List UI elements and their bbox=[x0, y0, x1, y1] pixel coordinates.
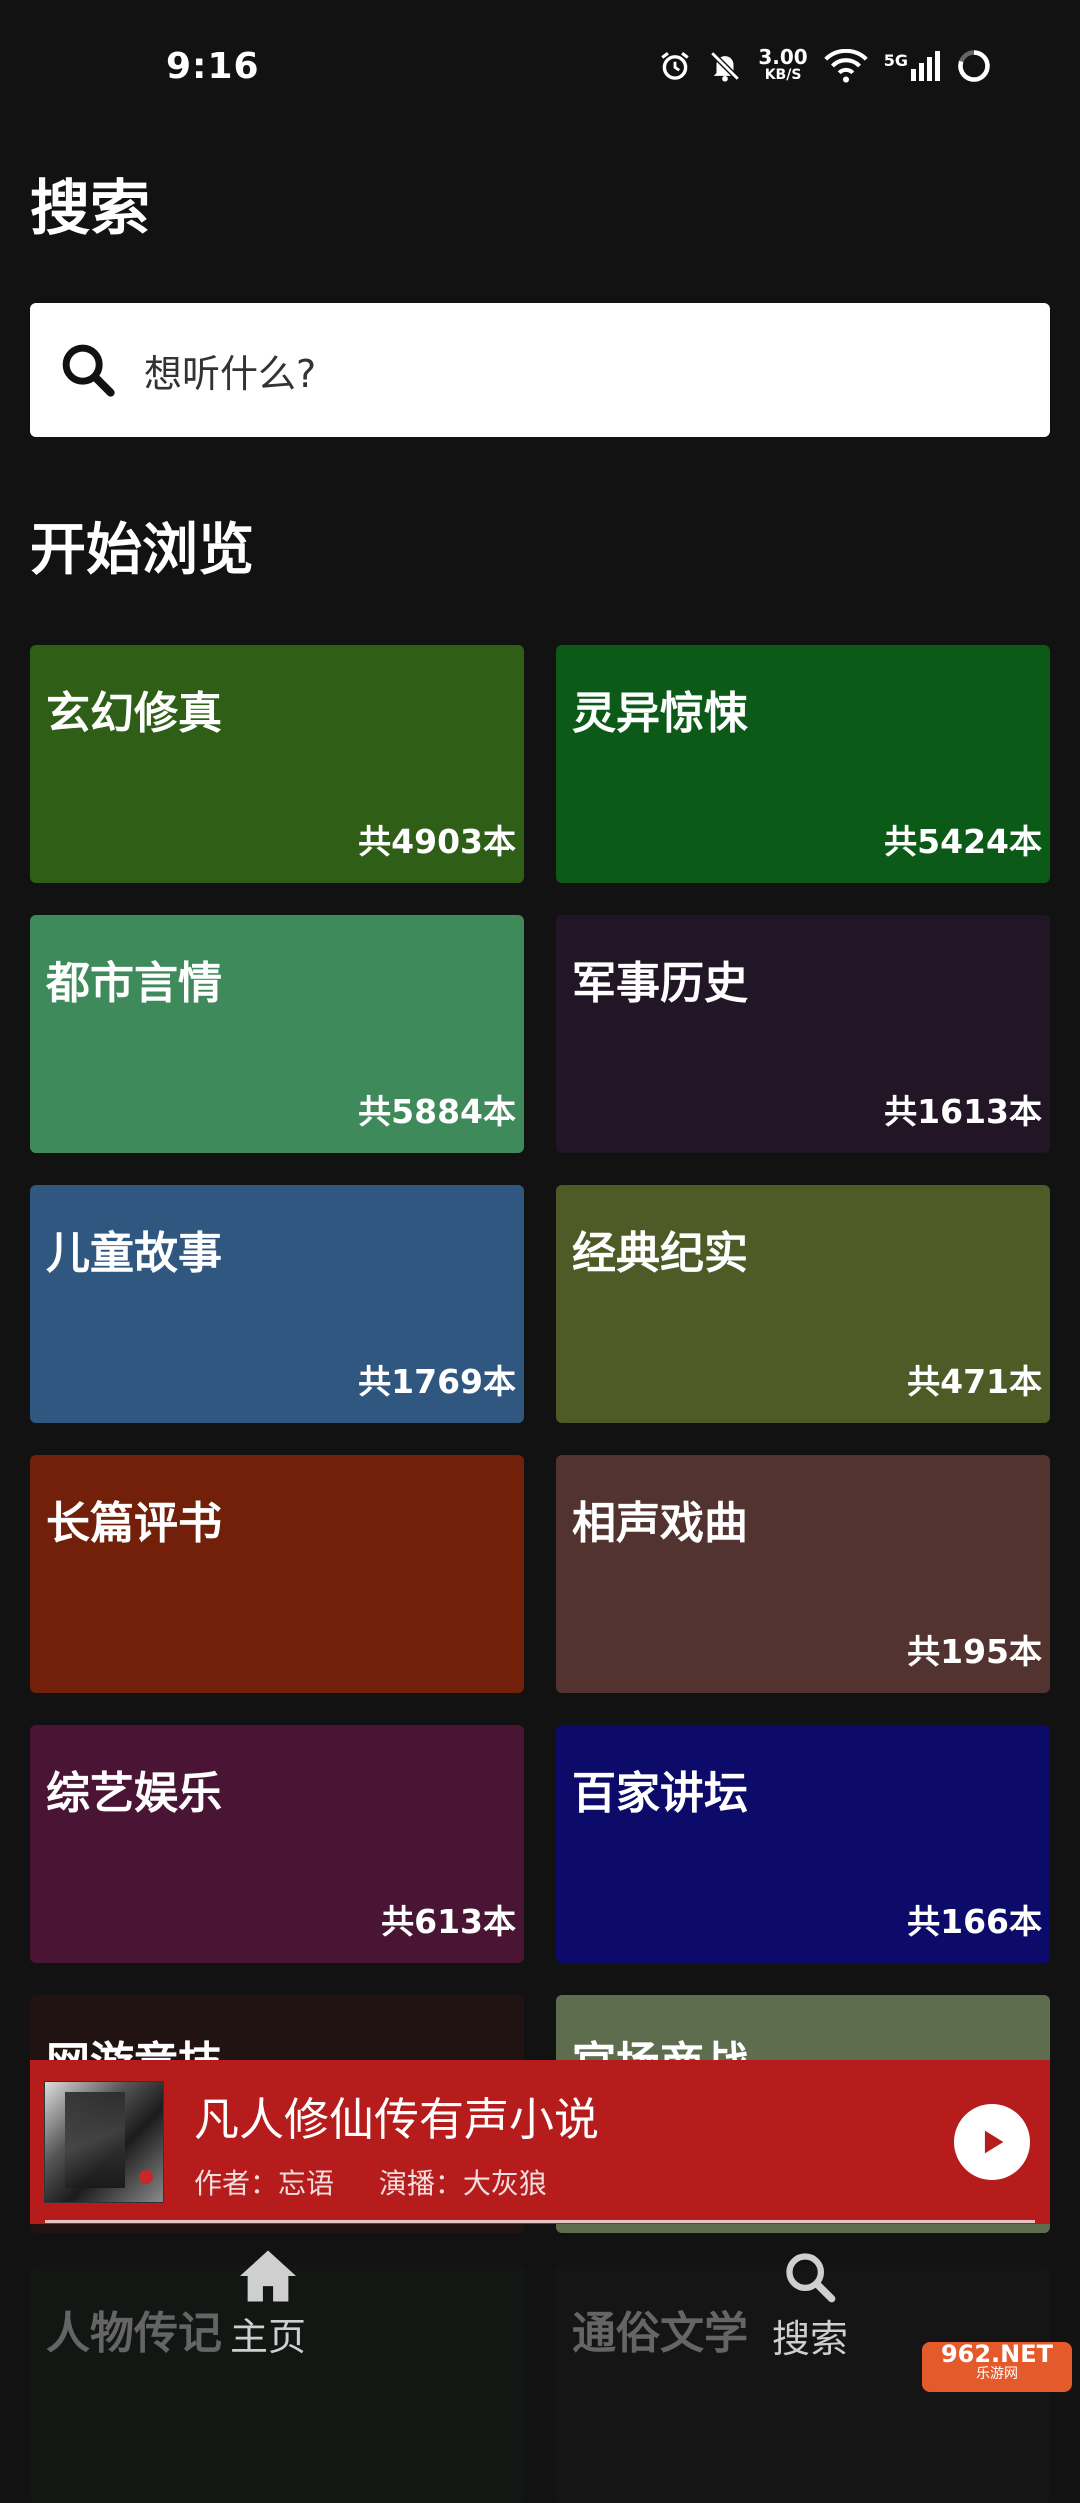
category-count: 共1613本 bbox=[884, 1092, 1042, 1131]
playback-progress[interactable] bbox=[45, 2220, 1035, 2223]
watermark-logo: 962.NET 乐游网 bbox=[922, 2342, 1072, 2392]
category-name: 都市言情 bbox=[46, 958, 222, 1009]
category-name: 玄幻修真 bbox=[46, 688, 222, 739]
category-count: 共5424本 bbox=[884, 822, 1042, 861]
category-count: 共5884本 bbox=[358, 1092, 516, 1131]
album-cover bbox=[44, 2081, 164, 2203]
mute-bell-icon bbox=[710, 51, 741, 82]
category-count: 共471本 bbox=[907, 1362, 1042, 1401]
nav-search[interactable]: 搜索 bbox=[710, 2248, 910, 2363]
category-tile[interactable]: 经典纪实共471本 bbox=[556, 1185, 1050, 1423]
play-icon bbox=[984, 2130, 1004, 2154]
category-tile[interactable]: 相声戏曲共195本 bbox=[556, 1455, 1050, 1693]
category-tile[interactable]: 长篇评书 bbox=[30, 1455, 524, 1693]
status-bar: 9:16 3.00 KB/S 5G bbox=[0, 0, 1080, 140]
category-count: 共613本 bbox=[381, 1902, 516, 1941]
category-count: 共166本 bbox=[907, 1902, 1042, 1941]
nav-home-label: 主页 bbox=[229, 2315, 306, 2359]
track-title: 凡人修仙传有声小说 bbox=[194, 2092, 600, 2146]
wifi-icon bbox=[823, 49, 868, 83]
mini-player[interactable]: 凡人修仙传有声小说 作者：忘语 演播：大灰狼 bbox=[30, 2060, 1050, 2224]
search-nav-icon bbox=[786, 2253, 836, 2303]
play-button[interactable] bbox=[954, 2104, 1030, 2180]
watermark-sub: 乐游网 bbox=[976, 2366, 1018, 2382]
cellular-signal-icon: 5G bbox=[884, 51, 940, 81]
search-input[interactable]: 想听什么? bbox=[30, 303, 1050, 437]
status-icons: 3.00 KB/S 5G bbox=[658, 47, 992, 84]
category-name: 相声戏曲 bbox=[572, 1498, 748, 1549]
status-time: 9:16 bbox=[166, 46, 260, 87]
category-count: 共195本 bbox=[907, 1632, 1042, 1671]
category-name: 长篇评书 bbox=[46, 1498, 222, 1549]
category-tile[interactable]: 都市言情共5884本 bbox=[30, 915, 524, 1153]
home-icon bbox=[240, 2250, 296, 2302]
category-name: 军事历史 bbox=[572, 958, 748, 1009]
category-tile[interactable]: 灵异惊悚共5424本 bbox=[556, 645, 1050, 883]
section-title: 开始浏览 bbox=[30, 518, 254, 583]
nav-home[interactable]: 主页 bbox=[168, 2248, 368, 2361]
battery-ring-icon bbox=[958, 50, 990, 82]
category-name: 百家讲坛 bbox=[572, 1768, 748, 1819]
category-tile[interactable]: 儿童故事共1769本 bbox=[30, 1185, 524, 1423]
page-title: 搜索 bbox=[30, 174, 150, 244]
track-narrator: 演播：大灰狼 bbox=[378, 2166, 547, 2200]
category-name: 综艺娱乐 bbox=[46, 1768, 222, 1819]
category-count: 共1769本 bbox=[358, 1362, 516, 1401]
alarm-icon bbox=[661, 52, 690, 80]
track-meta: 作者：忘语 演播：大灰狼 bbox=[194, 2162, 954, 2202]
nav-search-label: 搜索 bbox=[771, 2317, 848, 2361]
search-placeholder: 想听什么? bbox=[144, 351, 317, 396]
watermark-brand: 962.NET bbox=[940, 2340, 1054, 2368]
net-speed-unit: KB/S bbox=[764, 67, 802, 83]
track-author: 作者：忘语 bbox=[194, 2166, 335, 2200]
track-info: 凡人修仙传有声小说 作者：忘语 演播：大灰狼 bbox=[194, 2083, 954, 2202]
network-type: 5G bbox=[883, 51, 908, 70]
bottom-nav: 主页 搜索 962.NET 乐游网 bbox=[0, 2228, 1080, 2400]
category-tile[interactable]: 军事历史共1613本 bbox=[556, 915, 1050, 1153]
category-name: 灵异惊悚 bbox=[572, 688, 748, 739]
category-name: 儿童故事 bbox=[46, 1228, 222, 1279]
category-name: 经典纪实 bbox=[572, 1228, 748, 1279]
search-icon bbox=[62, 344, 115, 397]
category-tile[interactable]: 百家讲坛共166本 bbox=[556, 1725, 1050, 1963]
category-tile[interactable]: 综艺娱乐共613本 bbox=[30, 1725, 524, 1963]
category-count: 共4903本 bbox=[358, 822, 516, 861]
net-speed: 3.00 KB/S bbox=[758, 47, 807, 84]
category-tile[interactable]: 玄幻修真共4903本 bbox=[30, 645, 524, 883]
